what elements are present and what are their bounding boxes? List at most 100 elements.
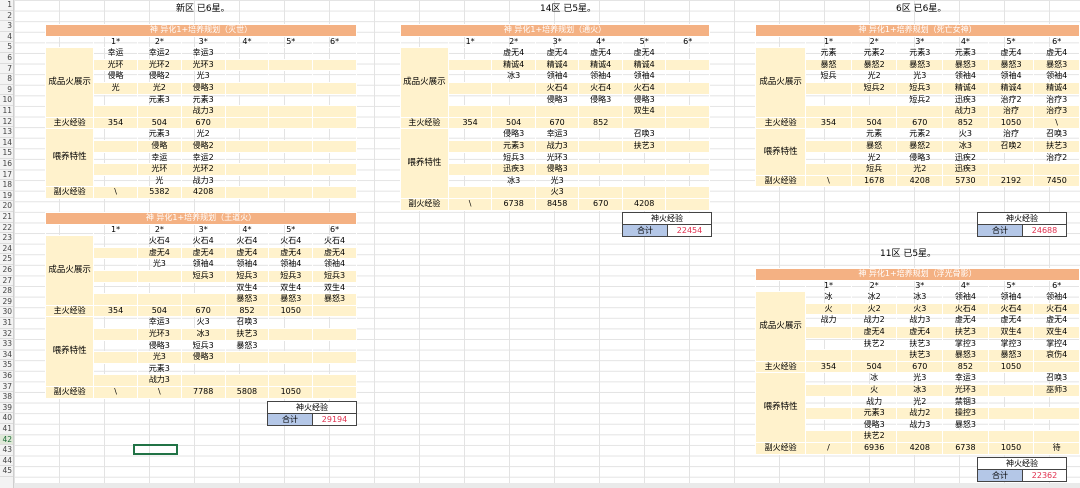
star-header[interactable]: 6* (312, 35, 357, 49)
feed-cell[interactable] (665, 186, 710, 199)
sub-exp-cell[interactable]: \ (136, 385, 182, 399)
trait-cell[interactable] (850, 93, 898, 107)
star-header[interactable]: 1* (93, 35, 138, 49)
row-label-sub-exp[interactable]: 副火经验 (754, 441, 807, 455)
star-header[interactable]: 4* (942, 279, 989, 293)
trait-cell[interactable]: 虚无4 (1033, 47, 1080, 60)
feed-cell[interactable]: 元素3 (850, 407, 898, 420)
feed-cell[interactable] (224, 374, 270, 387)
row-number[interactable]: 10 (0, 95, 13, 106)
main-exp-cell[interactable]: 852 (578, 116, 623, 130)
feed-cell[interactable]: 扶艺3 (621, 139, 667, 153)
feed-cell[interactable]: 治疗2 (1033, 151, 1080, 165)
corner-cell[interactable] (754, 35, 807, 49)
trait-cell[interactable]: 治疗3 (1033, 93, 1080, 107)
feed-cell[interactable]: 召唤3 (621, 128, 667, 141)
trait-cell[interactable]: 治疗2 (987, 93, 1035, 107)
trait-cell[interactable] (491, 93, 536, 107)
feed-cell[interactable] (987, 383, 1035, 397)
feed-cell[interactable] (665, 174, 710, 188)
row-label-weiyang[interactable]: 喂养特性 (44, 128, 95, 188)
feed-cell[interactable] (224, 351, 270, 364)
feed-cell[interactable]: 迅疾3 (942, 163, 989, 176)
feed-cell[interactable]: 战力3 (896, 418, 944, 432)
feed-cell[interactable]: 暴怒3 (224, 339, 270, 353)
sub-exp-cell[interactable]: 4208 (896, 441, 944, 455)
row-number[interactable]: 21 (0, 212, 13, 223)
sub-exp-cell[interactable]: 4208 (896, 174, 944, 188)
feed-cell[interactable]: 迅疾3 (491, 163, 536, 176)
feed-cell[interactable]: 幸运3 (942, 372, 989, 385)
row-number[interactable]: 38 (0, 392, 13, 403)
trait-cell[interactable]: 双生4 (224, 281, 270, 295)
trait-cell[interactable] (224, 58, 270, 72)
sub-exp-cell[interactable] (224, 186, 270, 199)
star-header[interactable]: 1* (93, 223, 138, 237)
row-number[interactable]: 13 (0, 127, 13, 138)
row-label-sub-exp[interactable]: 副火经验 (754, 174, 807, 188)
trait-cell[interactable] (136, 269, 182, 283)
sub-exp-cell[interactable]: 670 (578, 197, 623, 211)
row-label-sub-exp[interactable]: 副火经验 (400, 197, 449, 211)
feed-cell[interactable] (224, 174, 270, 188)
feed-cell[interactable] (805, 163, 852, 176)
row-label-weiyang[interactable]: 喂养特性 (754, 372, 807, 443)
feed-cell[interactable] (805, 128, 852, 141)
feed-cell[interactable] (93, 339, 138, 353)
trait-cell[interactable]: 虚无4 (850, 325, 898, 339)
trait-cell[interactable]: 暴怒2 (850, 58, 898, 72)
trait-cell[interactable] (665, 93, 710, 107)
trait-cell[interactable]: 扶艺2 (850, 337, 898, 351)
feed-cell[interactable] (180, 374, 226, 387)
feed-cell[interactable] (224, 139, 270, 153)
feed-cell[interactable] (93, 139, 138, 153)
feed-cell[interactable] (896, 430, 944, 443)
trait-cell[interactable] (180, 281, 226, 295)
feed-cell[interactable]: 暴怒3 (942, 418, 989, 432)
trait-cell[interactable]: 火石4 (1033, 302, 1080, 316)
feed-cell[interactable] (665, 139, 710, 153)
sub-exp-cell[interactable]: 待 (1033, 441, 1080, 455)
trait-cell[interactable]: 光环 (93, 58, 138, 72)
sub-exp-cell[interactable]: 6738 (491, 197, 536, 211)
feed-cell[interactable] (578, 128, 623, 141)
trait-cell[interactable]: 掌控3 (942, 337, 989, 351)
feed-cell[interactable] (93, 163, 138, 176)
row-number[interactable]: 12 (0, 117, 13, 128)
star-header[interactable]: 6* (312, 223, 357, 237)
main-exp-cell[interactable]: 852 (942, 116, 989, 130)
feed-cell[interactable] (224, 128, 270, 141)
trait-cell[interactable] (665, 70, 710, 83)
main-exp-cell[interactable] (268, 116, 314, 130)
feed-cell[interactable] (312, 351, 357, 364)
main-exp-cell[interactable]: 670 (180, 116, 226, 130)
spreadsheet[interactable]: 1 2 3 4 5 6 7 8 9 10 11 12 13 14 15 16 17 18 19 20 21 22 23 24 2… (0, 0, 1080, 488)
feed-cell[interactable]: 光2 (896, 163, 944, 176)
sub-exp-cell[interactable]: 1678 (850, 174, 898, 188)
trait-cell[interactable]: 元素2 (850, 47, 898, 60)
feed-cell[interactable]: 光环3 (534, 151, 580, 165)
feed-cell[interactable] (447, 128, 493, 141)
feed-cell[interactable] (93, 351, 138, 364)
row-label-zhanshi[interactable]: 成品火展示 (44, 235, 95, 306)
row-number[interactable]: 29 (0, 297, 13, 308)
trait-cell[interactable] (93, 246, 138, 260)
horizontal-scrollbar[interactable] (14, 483, 1080, 488)
row-number[interactable]: 17 (0, 170, 13, 181)
feed-cell[interactable]: 元素3 (491, 139, 536, 153)
trait-cell[interactable] (224, 93, 270, 107)
feed-cell[interactable] (805, 407, 852, 420)
feed-cell[interactable] (665, 163, 710, 176)
row-number[interactable]: 4 (0, 32, 13, 43)
trait-cell[interactable]: 幸运3 (180, 47, 226, 60)
selected-cell[interactable] (133, 444, 178, 455)
feed-cell[interactable]: 侵略3 (136, 339, 182, 353)
feed-cell[interactable] (621, 174, 667, 188)
trait-cell[interactable] (93, 258, 138, 271)
feed-cell[interactable]: 禁锢3 (942, 395, 989, 409)
feed-cell[interactable] (665, 151, 710, 165)
feed-cell[interactable]: 光2 (850, 151, 898, 165)
sub-exp-cell[interactable]: 6936 (850, 441, 898, 455)
trait-cell[interactable]: 虚无4 (136, 246, 182, 260)
feed-cell[interactable]: 元素 (850, 128, 898, 141)
